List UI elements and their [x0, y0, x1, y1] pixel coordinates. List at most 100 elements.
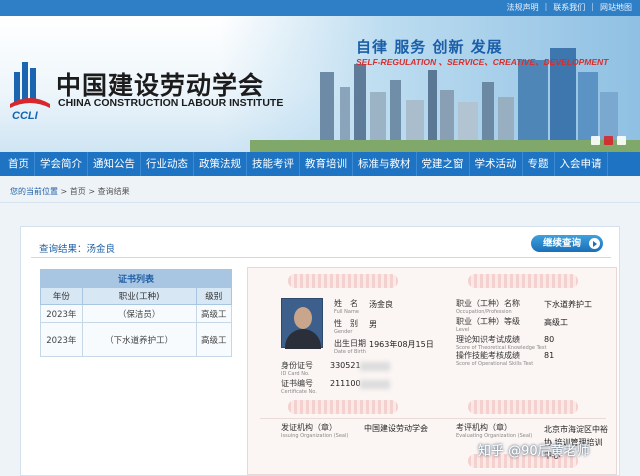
gender-value: 男 — [369, 320, 377, 329]
theory-score-value: 80 — [544, 335, 555, 344]
header-banner: 中国建设劳动学会 CHINA CONSTRUCTION LABOUR INSTI… — [0, 16, 640, 152]
breadcrumb-sep: > — [58, 187, 70, 196]
occupation-label: 职业（工种）名称 Occupation/Profession — [456, 298, 520, 315]
column-header: 职业(工种) — [81, 287, 197, 305]
breadcrumb-current: 查询结果 — [97, 187, 130, 196]
certificate-list-table: 证书列表 年份 职业(工种) 级别 2023年 （保洁员） 高级工 2023年 … — [40, 269, 232, 357]
table-caption: 证书列表 — [40, 269, 232, 288]
gender-label: 性 别 Gender — [334, 318, 358, 335]
name-label: 姓 名 Full Name — [334, 298, 359, 315]
skill-label-text: 操作技能考核成绩 — [456, 351, 520, 360]
cert-no-label-text: 证书编号 — [281, 379, 313, 388]
level-value: 高级工 — [544, 318, 568, 327]
logo-abbreviation: CCLI — [12, 110, 38, 122]
theory-label-text: 理论知识考试成绩 — [456, 335, 520, 344]
main-nav: 首页 学会简介 通知公告 行业动态 政策法规 技能考评 教育培训 标准与教材 党… — [0, 152, 640, 176]
legal-link[interactable]: 法规声明 — [507, 2, 539, 13]
skill-label: 操作技能考核成绩 Score of Operational Skills Test — [456, 350, 533, 367]
breadcrumb-label: 您的当前位置 — [10, 187, 58, 196]
zhihu-watermark: 知乎 @90后黄老师 — [478, 444, 590, 459]
id-label-en: ID Card No. — [281, 371, 310, 377]
cert-no-label: 证书编号 Certificate No. — [281, 378, 317, 395]
arrow-right-icon — [589, 238, 600, 249]
gender-label-text: 性 别 — [334, 319, 358, 328]
evaluating-label-en: Evaluating Organization (Seal) — [456, 433, 533, 439]
redacted-blur — [360, 380, 390, 389]
theory-label: 理论知识考试成绩 Score of Theoretical Knowledge T… — [456, 334, 546, 351]
shoulders-image — [285, 329, 321, 349]
column-header: 级别 — [195, 287, 232, 305]
id-label-text: 身份证号 — [281, 361, 313, 370]
cell-occupation[interactable]: （下水道养护工） — [81, 322, 197, 357]
nav-industry-news[interactable]: 行业动态 — [141, 152, 194, 176]
table-row[interactable]: 2023年 （下水道养护工） 高级工 — [40, 322, 232, 357]
table-row[interactable]: 2023年 （保洁员） 高级工 — [40, 304, 232, 323]
name-value: 汤金良 — [369, 300, 393, 309]
carousel-dot[interactable] — [617, 136, 626, 145]
gender-label-en: Gender — [334, 329, 353, 335]
link-divider: | — [591, 2, 594, 11]
redacted-blur — [360, 362, 390, 371]
face-image — [294, 307, 312, 329]
top-utility-bar: 法规声明 | 联系我们 | 网站地图 — [0, 0, 640, 16]
nav-topics[interactable]: 专题 — [523, 152, 555, 176]
occupation-value: 下水道养护工 — [544, 300, 592, 309]
id-label: 身份证号 ID Card No. — [281, 360, 313, 377]
logo-english-name: CHINA CONSTRUCTION LABOUR INSTITUTE — [58, 97, 284, 109]
skill-label-en: Score of Operational Skills Test — [456, 361, 534, 367]
nav-policies[interactable]: 政策法规 — [194, 152, 247, 176]
nav-academic[interactable]: 学术活动 — [470, 152, 523, 176]
divider — [260, 418, 606, 419]
result-panel: 查询结果：汤金良 继续查询 证书列表 年份 职业(工种) 级别 2023年 （保… — [20, 226, 620, 476]
watermark-pattern — [288, 274, 398, 288]
nav-membership[interactable]: 入会申请 — [555, 152, 608, 176]
continue-query-label: 继续查询 — [543, 238, 582, 249]
watermark-pattern — [288, 400, 398, 414]
birth-value: 1963年08月15日 — [369, 340, 434, 349]
cell-level: 高级工 — [195, 322, 232, 357]
nav-home[interactable]: 首页 — [0, 152, 35, 176]
cert-no-value: 211100 — [330, 379, 361, 388]
sitemap-link[interactable]: 网站地图 — [600, 2, 632, 13]
skill-score-value: 81 — [544, 351, 555, 360]
result-title: 查询结果：汤金良 — [39, 244, 116, 255]
cell-year: 2023年 — [40, 322, 83, 357]
column-header: 年份 — [40, 287, 83, 305]
contact-link[interactable]: 联系我们 — [553, 2, 585, 13]
cell-occupation[interactable]: （保洁员） — [81, 304, 197, 323]
nav-about[interactable]: 学会简介 — [35, 152, 88, 176]
cert-no-label-en: Certificate No. — [281, 389, 317, 395]
occupation-label-en: Occupation/Profession — [456, 309, 512, 315]
nav-training[interactable]: 教育培训 — [300, 152, 353, 176]
evaluating-org-label: 考评机构（章） Evaluating Organization (Seal) — [456, 422, 532, 439]
banner-carousel-dots — [591, 136, 626, 145]
breadcrumb-sep: > — [85, 187, 98, 196]
watermark-pattern — [468, 400, 578, 414]
occupation-label-text: 职业（工种）名称 — [456, 299, 520, 308]
carousel-dot-active[interactable] — [604, 136, 613, 145]
issuing-label-en: Issuing Organization (Seal) — [281, 433, 349, 439]
birth-label: 出生日期 Date of Birth — [334, 338, 366, 355]
divider — [31, 257, 611, 258]
id-value: 330521 — [330, 361, 361, 370]
level-label-text: 职业（工种）等级 — [456, 317, 520, 326]
level-label-en: Level — [456, 327, 470, 333]
cell-level: 高级工 — [195, 304, 232, 323]
birth-label-text: 出生日期 — [334, 339, 366, 348]
issuing-org-value: 中国建设劳动学会 — [364, 424, 428, 433]
nav-notices[interactable]: 通知公告 — [88, 152, 141, 176]
holder-photo — [281, 298, 323, 349]
breadcrumb-home[interactable]: 首页 — [70, 187, 86, 196]
breadcrumb: 您的当前位置 > 首页 > 查询结果 — [10, 186, 130, 197]
watermark-pattern — [468, 274, 578, 288]
birth-label-en: Date of Birth — [334, 349, 366, 355]
cell-year: 2023年 — [40, 304, 83, 323]
continue-query-button[interactable]: 继续查询 — [531, 235, 603, 252]
nav-skill-evaluation[interactable]: 技能考评 — [247, 152, 300, 176]
issuing-org-label: 发证机构（章） Issuing Organization (Seal) — [281, 422, 348, 439]
level-label: 职业（工种）等级 Level — [456, 316, 520, 333]
carousel-dot[interactable] — [591, 136, 600, 145]
nav-party[interactable]: 党建之窗 — [417, 152, 470, 176]
issuing-label-text: 发证机构（章） — [281, 423, 337, 432]
nav-standards[interactable]: 标准与教材 — [353, 152, 417, 176]
